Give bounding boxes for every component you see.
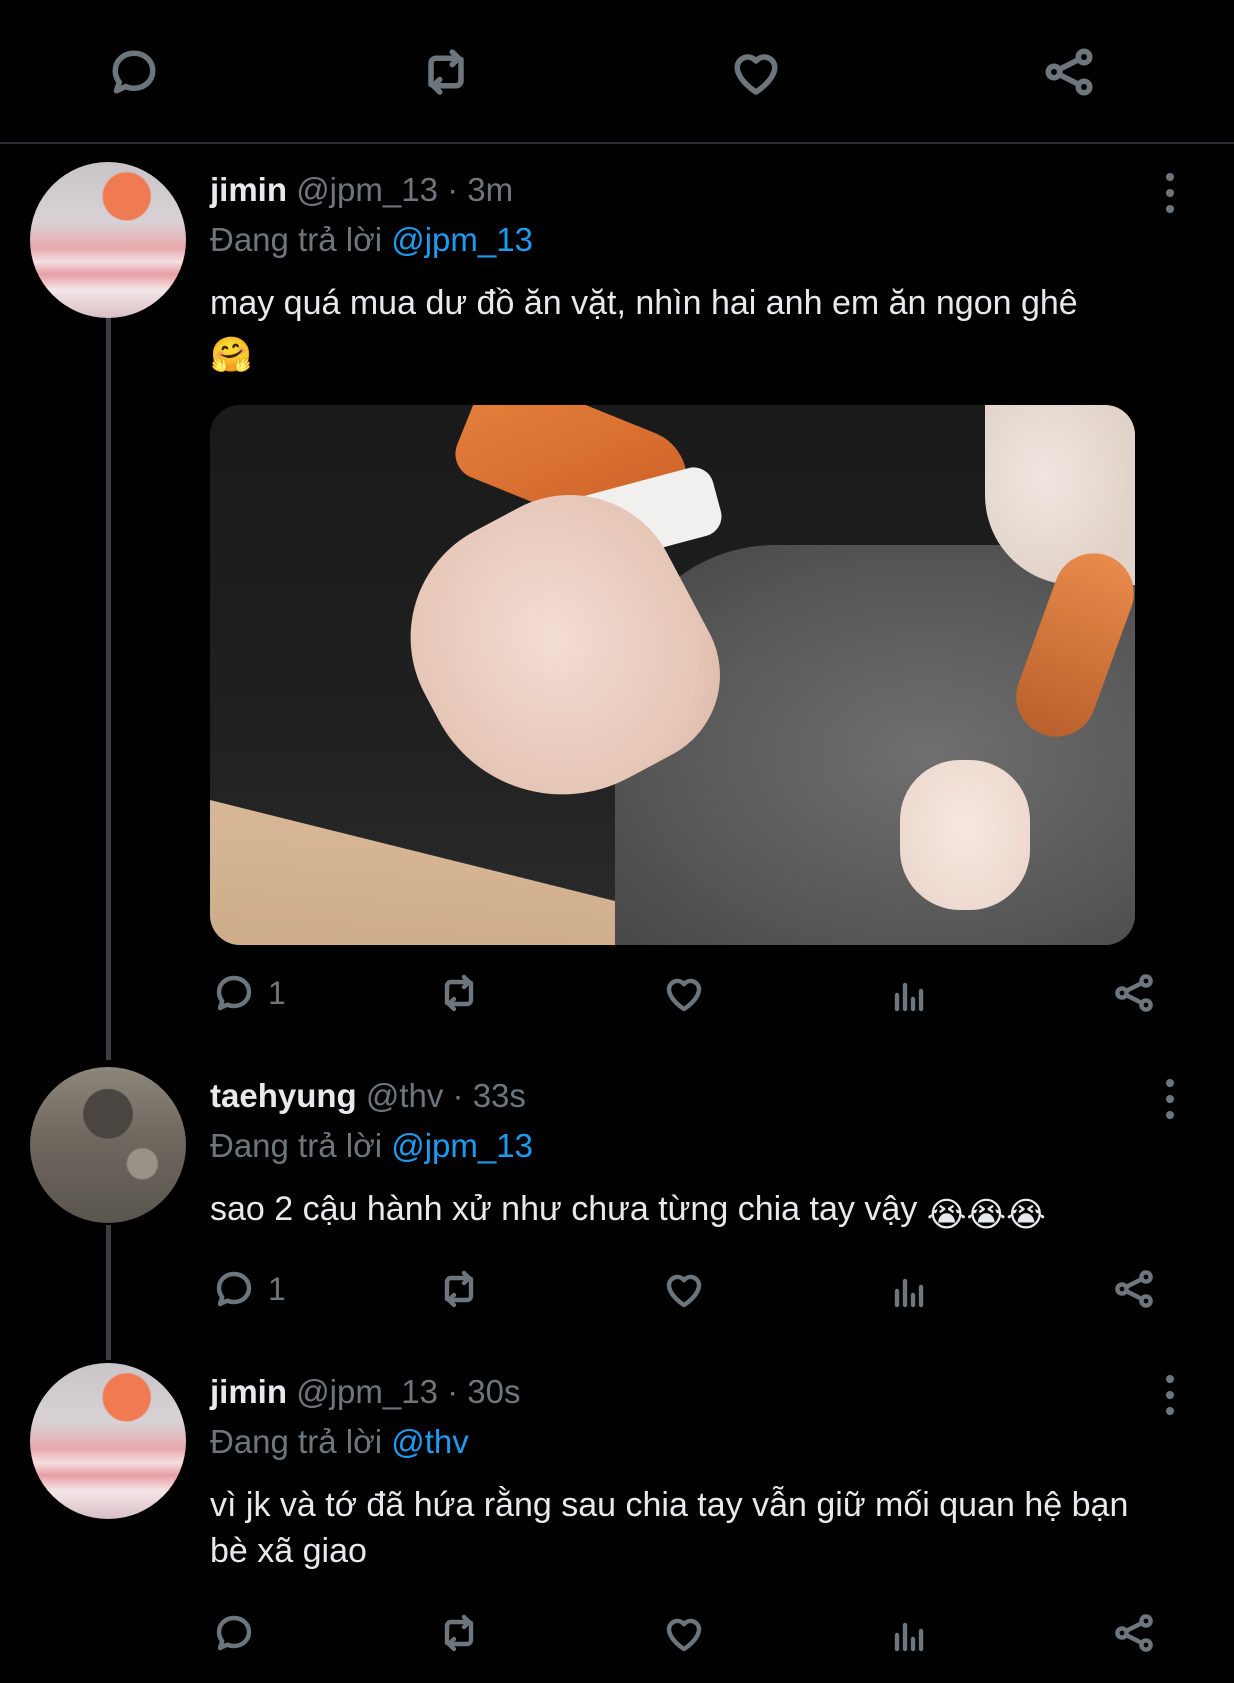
thread-view: jimin @jpm_13 · 3m Đang trả lời @jpm_13 … <box>0 0 1234 1683</box>
tweet-text: vì jk và tớ đã hứa rằng sau chia tay vẫn… <box>210 1482 1150 1574</box>
handle-and-time: @jpm_13 · 30s <box>296 1373 521 1410</box>
more-options-button[interactable] <box>1150 1367 1190 1423</box>
display-name[interactable]: jimin <box>210 1373 287 1410</box>
avatar[interactable] <box>30 1363 186 1519</box>
tweet[interactable]: jimin @jpm_13 · 30s Đang trả lời @thv vì… <box>0 0 1234 1683</box>
replying-to: Đang trả lời @thv <box>210 1422 469 1462</box>
retweet-icon <box>444 1614 474 1652</box>
reply-icon <box>216 1615 252 1651</box>
retweet-button[interactable] <box>435 1603 483 1663</box>
like-button[interactable] <box>660 1603 708 1663</box>
share-icon <box>1115 1614 1153 1652</box>
mention-link[interactable]: @thv <box>391 1423 469 1460</box>
tweet-body: vì jk và tớ đã hứa rằng sau chia tay vẫn… <box>210 1486 1129 1570</box>
reply-button[interactable] <box>210 1603 258 1663</box>
analytics-button[interactable] <box>885 1603 933 1663</box>
share-button[interactable] <box>1110 1603 1158 1663</box>
replying-to-label: Đang trả lời <box>210 1423 383 1460</box>
tweet-actions <box>210 1603 1170 1663</box>
analytics-icon <box>894 1622 924 1652</box>
tweet-header: jimin @jpm_13 · 30s <box>210 1372 520 1412</box>
like-icon <box>666 1618 702 1652</box>
